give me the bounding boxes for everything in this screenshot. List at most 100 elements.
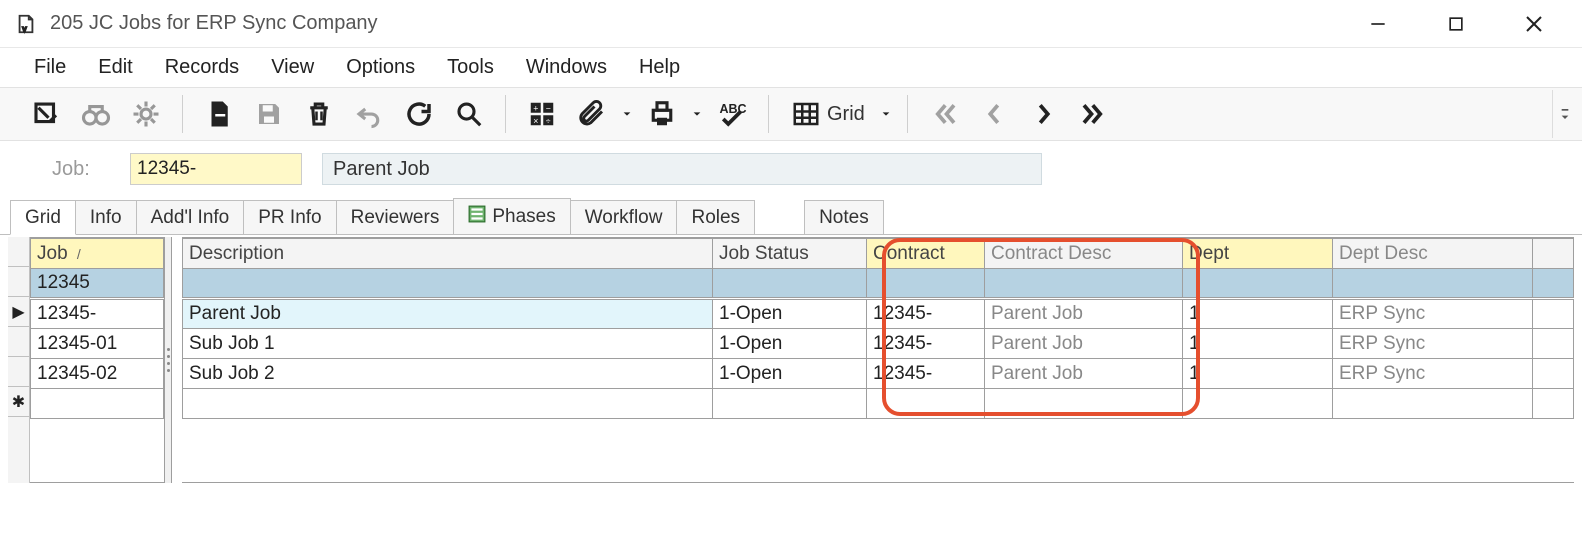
calculator-icon[interactable]: +−×÷ [518, 90, 566, 138]
col-header-label: Dept Desc [1339, 243, 1428, 264]
cell-job-status[interactable]: 1-Open [713, 299, 867, 329]
attachment-icon[interactable] [568, 90, 616, 138]
col-header-description[interactable]: Description [183, 239, 713, 269]
filter-cell[interactable] [713, 269, 867, 299]
app-icon: v [14, 12, 38, 36]
cell-job[interactable]: 12345- [31, 299, 164, 329]
cell-contract[interactable]: 12345- [867, 359, 985, 389]
spellcheck-icon[interactable]: ABC [708, 90, 756, 138]
cell-job-new[interactable] [31, 389, 164, 419]
table-row-new[interactable] [183, 389, 1574, 419]
tabstrip: Grid Info Add'l Info PR Info Reviewers P… [0, 197, 1582, 235]
cell-description[interactable]: Sub Job 2 [183, 359, 713, 389]
col-header-contract[interactable]: Contract [867, 239, 985, 269]
tab-label: Grid [25, 207, 61, 229]
cell-new[interactable] [1333, 389, 1533, 419]
cell-new[interactable] [867, 389, 985, 419]
tab-roles[interactable]: Roles [676, 200, 755, 234]
col-header-spacer [1533, 239, 1574, 269]
attachment-dropdown[interactable] [618, 109, 636, 119]
gutter-row-indicator [8, 327, 29, 357]
table-row[interactable]: Sub Job 2 1-Open 12345- Parent Job 1 ERP… [183, 359, 1574, 389]
cell-dept[interactable]: 1 [1183, 359, 1333, 389]
menu-options[interactable]: Options [346, 56, 415, 79]
menu-windows[interactable]: Windows [526, 56, 607, 79]
menu-help[interactable]: Help [639, 56, 680, 79]
maximize-button[interactable] [1438, 6, 1474, 42]
menu-file[interactable]: File [34, 56, 66, 79]
tab-label: Add'l Info [151, 207, 230, 229]
filter-cell[interactable] [1333, 269, 1533, 299]
refresh-icon[interactable] [395, 90, 443, 138]
cell-new[interactable] [985, 389, 1183, 419]
cell-job[interactable]: 12345-02 [31, 359, 164, 389]
toolbar-separator [182, 95, 183, 133]
svg-text:÷: ÷ [546, 116, 551, 126]
delete-icon[interactable] [295, 90, 343, 138]
nav-next-icon[interactable] [1020, 90, 1068, 138]
toolbar-separator [768, 95, 769, 133]
cell-spacer [1533, 359, 1574, 389]
tab-grid[interactable]: Grid [10, 200, 76, 235]
print-dropdown[interactable] [688, 109, 706, 119]
nav-prev-icon[interactable] [970, 90, 1018, 138]
tab-pr-info[interactable]: PR Info [243, 200, 336, 234]
cell-contract[interactable]: 12345- [867, 299, 985, 329]
binoculars-icon[interactable] [72, 90, 120, 138]
cell-dept[interactable]: 1 [1183, 329, 1333, 359]
nav-first-icon[interactable] [920, 90, 968, 138]
filter-value: 12345 [37, 272, 90, 293]
new-file-icon[interactable] [195, 90, 243, 138]
grid-splitter[interactable] [164, 237, 172, 483]
col-header-dept-desc[interactable]: Dept Desc [1333, 239, 1533, 269]
col-header-contract-desc[interactable]: Contract Desc [985, 239, 1183, 269]
print-icon[interactable] [638, 90, 686, 138]
grid-view-dropdown[interactable] [877, 109, 895, 119]
search-icon[interactable] [445, 90, 493, 138]
col-header-job-status[interactable]: Job Status [713, 239, 867, 269]
menu-tools[interactable]: Tools [447, 56, 494, 79]
cell-description[interactable]: Parent Job [183, 299, 713, 329]
filter-cell[interactable] [867, 269, 985, 299]
tab-notes[interactable]: Notes [804, 200, 884, 234]
gear-icon[interactable] [122, 90, 170, 138]
filter-cell[interactable] [183, 269, 713, 299]
cell-job-status[interactable]: 1-Open [713, 329, 867, 359]
filter-cell[interactable] [985, 269, 1183, 299]
save-icon[interactable] [245, 90, 293, 138]
tab-phases[interactable]: Phases [453, 198, 570, 234]
menu-edit[interactable]: Edit [98, 56, 132, 79]
tab-info[interactable]: Info [75, 200, 137, 234]
cell-job[interactable]: 12345-01 [31, 329, 164, 359]
cell-new[interactable] [713, 389, 867, 419]
cell-job-status[interactable]: 1-Open [713, 359, 867, 389]
job-input[interactable] [130, 153, 302, 185]
menu-view[interactable]: View [271, 56, 314, 79]
grid-view-button[interactable]: Grid [781, 90, 875, 138]
tab-reviewers[interactable]: Reviewers [336, 200, 455, 234]
tab-addl-info[interactable]: Add'l Info [136, 200, 245, 234]
col-header-dept[interactable]: Dept [1183, 239, 1333, 269]
cell-contract[interactable]: 12345- [867, 329, 985, 359]
cell-new[interactable] [183, 389, 713, 419]
undo-icon[interactable] [345, 90, 393, 138]
toolbar-separator [505, 95, 506, 133]
col-header-label: Contract Desc [991, 243, 1111, 264]
table-row[interactable]: Sub Job 1 1-Open 12345- Parent Job 1 ERP… [183, 329, 1574, 359]
menu-records[interactable]: Records [165, 56, 239, 79]
cell-dept[interactable]: 1 [1183, 299, 1333, 329]
col-header-job[interactable]: Job / [31, 239, 164, 269]
right-grid: Description Job Status Contract Contract… [182, 237, 1574, 483]
filter-cell-job[interactable]: 12345 [31, 269, 164, 299]
cell-new[interactable] [1183, 389, 1333, 419]
close-button[interactable] [1516, 6, 1552, 42]
cell-description[interactable]: Sub Job 1 [183, 329, 713, 359]
table-row[interactable]: Parent Job 1-Open 12345- Parent Job 1 ER… [183, 299, 1574, 329]
minimize-button[interactable] [1360, 6, 1396, 42]
edit-icon[interactable] [22, 90, 70, 138]
filter-cell[interactable] [1183, 269, 1333, 299]
nav-last-icon[interactable] [1070, 90, 1118, 138]
tab-workflow[interactable]: Workflow [570, 200, 678, 234]
toolbar-overflow[interactable] [1552, 90, 1576, 138]
cell-contract-desc: Parent Job [985, 329, 1183, 359]
